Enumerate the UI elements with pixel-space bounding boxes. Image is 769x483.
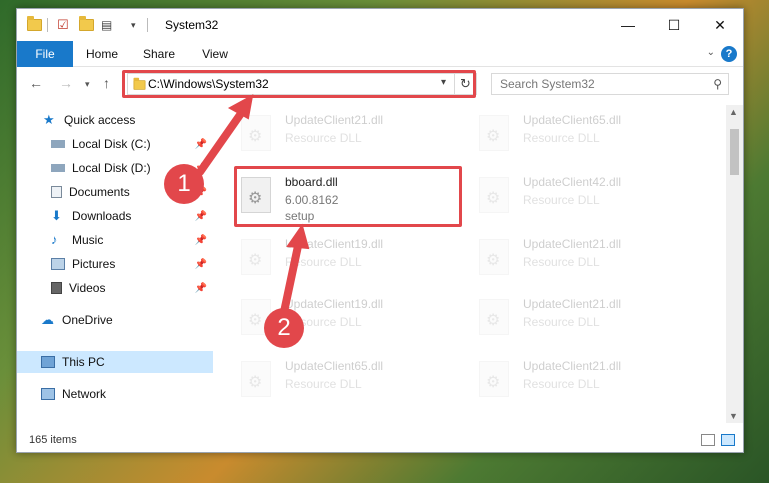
arrow-1-line bbox=[196, 108, 246, 176]
callout-2: 2 bbox=[264, 308, 304, 348]
arrow-2-head bbox=[286, 223, 310, 250]
arrow-2-line bbox=[280, 242, 302, 316]
arrow-1-head bbox=[227, 94, 254, 120]
callout-arrows bbox=[196, 94, 310, 316]
callout-1: 1 bbox=[164, 164, 204, 204]
